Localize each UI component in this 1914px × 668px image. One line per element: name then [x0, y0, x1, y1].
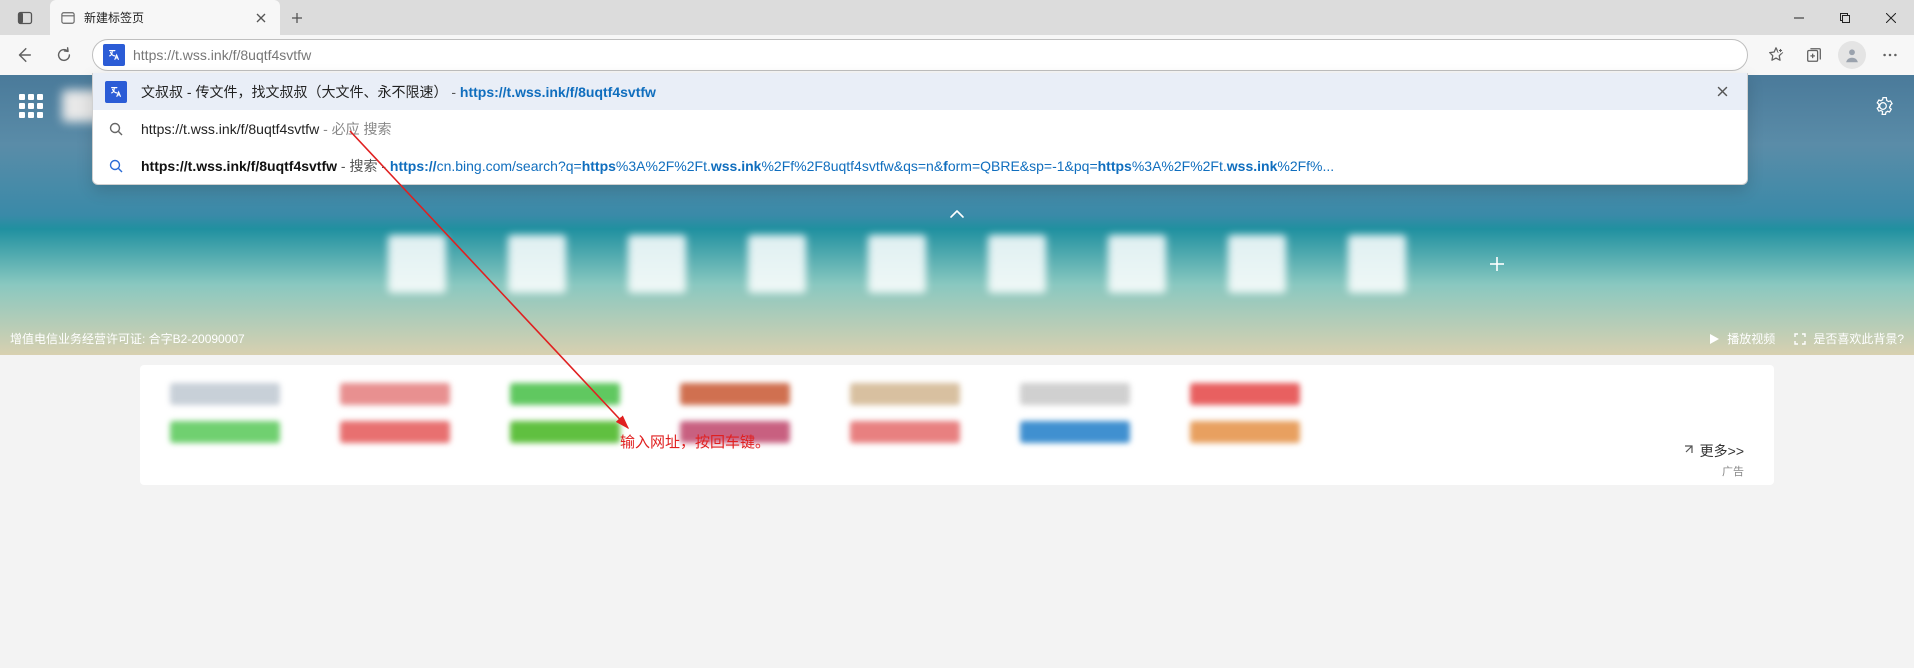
plus-icon — [291, 12, 303, 24]
feed-item[interactable] — [850, 383, 960, 405]
feed-item[interactable] — [850, 421, 960, 443]
feed-item[interactable] — [170, 383, 280, 405]
tab-actions-button[interactable] — [9, 4, 41, 32]
search-icon — [105, 155, 127, 177]
avatar-icon — [1838, 41, 1866, 69]
quick-link-tile[interactable] — [388, 235, 446, 293]
suggestion-remove-button[interactable] — [1709, 79, 1735, 105]
chevron-up-icon — [949, 208, 965, 220]
refresh-button[interactable] — [46, 39, 82, 71]
tab-favicon — [60, 10, 76, 26]
favorites-button[interactable] — [1758, 39, 1794, 71]
quick-link-tile[interactable] — [1108, 235, 1166, 293]
hero-footer: 增值电信业务经营许可证: 合字B2-20090007 播放视频 是否喜欢此背景? — [10, 330, 1904, 347]
feed-item[interactable] — [680, 383, 790, 405]
suggestion-row-1[interactable]: https://t.wss.ink/f/8uqtf4svtfw - 必应 搜索 — [93, 110, 1747, 147]
back-button[interactable] — [6, 39, 42, 71]
toolbar: 文叔叔 - 传文件，找文叔叔（大文件、永不限速） - https://t.wss… — [0, 35, 1914, 75]
maximize-button[interactable] — [1822, 0, 1868, 35]
quick-link-tile[interactable] — [988, 235, 1046, 293]
quick-link-tile[interactable] — [748, 235, 806, 293]
feed-card: 更多>> 广告 — [140, 365, 1774, 485]
feed-ad-label: 广告 — [1722, 463, 1744, 479]
suggestion-row-0[interactable]: 文叔叔 - 传文件，找文叔叔（大文件、永不限速） - https://t.wss… — [93, 73, 1747, 110]
title-bar: 新建标签页 — [0, 0, 1914, 35]
tab-active[interactable]: 新建标签页 — [50, 0, 280, 35]
arrow-left-icon — [15, 46, 33, 64]
quick-links-row — [0, 235, 1914, 293]
suggestion-row-2[interactable]: https://t.wss.ink/f/8uqtf4svtfw - 搜索 - h… — [93, 147, 1747, 184]
profile-button[interactable] — [1834, 39, 1870, 71]
address-bar[interactable] — [92, 39, 1748, 71]
feed-item[interactable] — [1190, 421, 1300, 443]
translate-icon — [107, 48, 121, 62]
url-input[interactable] — [133, 47, 1737, 63]
search-icon — [105, 118, 127, 140]
quick-link-tile[interactable] — [1228, 235, 1286, 293]
minimize-button[interactable] — [1776, 0, 1822, 35]
page-settings-button[interactable] — [1866, 89, 1900, 123]
feed-item[interactable] — [510, 421, 620, 443]
gear-icon — [1873, 96, 1893, 116]
add-quick-link-button[interactable] — [1468, 235, 1526, 293]
play-icon — [1707, 332, 1721, 346]
tab-actions-area — [0, 0, 50, 35]
plus-icon — [1488, 255, 1506, 273]
feed-item[interactable] — [510, 383, 620, 405]
collections-icon — [1805, 46, 1823, 64]
feed-item[interactable] — [340, 383, 450, 405]
new-tab-button[interactable] — [280, 0, 314, 35]
quick-link-tile[interactable] — [1348, 235, 1406, 293]
quick-link-tile[interactable] — [628, 235, 686, 293]
ellipsis-icon — [1881, 46, 1899, 64]
suggestion-text: https://t.wss.ink/f/8uqtf4svtfw - 必应 搜索 — [141, 119, 1735, 139]
quick-link-tile[interactable] — [868, 235, 926, 293]
link-out-icon — [1680, 444, 1694, 458]
collapse-quicklinks-button[interactable] — [942, 203, 972, 225]
quick-link-tile[interactable] — [508, 235, 566, 293]
feed-item[interactable] — [1020, 421, 1130, 443]
suggestion-dropdown: 文叔叔 - 传文件，找文叔叔（大文件、永不限速） - https://t.wss… — [92, 73, 1748, 185]
tab-close-button[interactable] — [252, 9, 270, 27]
expand-icon — [1793, 332, 1807, 346]
play-video-button[interactable]: 播放视频 — [1707, 330, 1775, 347]
feed-more-link[interactable]: 更多>> — [1680, 441, 1744, 461]
toolbar-right — [1758, 39, 1908, 71]
feed-item[interactable] — [680, 421, 790, 443]
close-icon — [256, 13, 266, 23]
feed-item[interactable] — [170, 421, 280, 443]
tab-title: 新建标签页 — [84, 9, 244, 26]
feed-item[interactable] — [340, 421, 450, 443]
like-background-button[interactable]: 是否喜欢此背景? — [1793, 330, 1904, 347]
license-text: 增值电信业务经营许可证: 合字B2-20090007 — [10, 330, 245, 347]
feed-row — [170, 383, 1744, 405]
window-controls — [1776, 0, 1914, 35]
feed-item[interactable] — [1190, 383, 1300, 405]
close-window-button[interactable] — [1868, 0, 1914, 35]
feed-row — [170, 421, 1744, 443]
refresh-icon — [55, 46, 73, 64]
feed-item[interactable] — [1020, 383, 1130, 405]
suggestion-text: 文叔叔 - 传文件，找文叔叔（大文件、永不限速） - https://t.wss… — [141, 82, 1695, 102]
suggestion-text: https://t.wss.ink/f/8uqtf4svtfw - 搜索 - h… — [141, 156, 1735, 176]
more-button[interactable] — [1872, 39, 1908, 71]
collections-button[interactable] — [1796, 39, 1832, 71]
star-plus-icon — [1767, 46, 1785, 64]
app-launcher-button[interactable] — [14, 89, 48, 123]
site-identity-icon[interactable] — [103, 44, 125, 66]
close-icon — [1717, 86, 1728, 97]
tabspace-icon — [17, 10, 33, 26]
address-bar-container: 文叔叔 - 传文件，找文叔叔（大文件、永不限速） - https://t.wss… — [92, 39, 1748, 71]
suggestion-favicon — [105, 81, 127, 103]
